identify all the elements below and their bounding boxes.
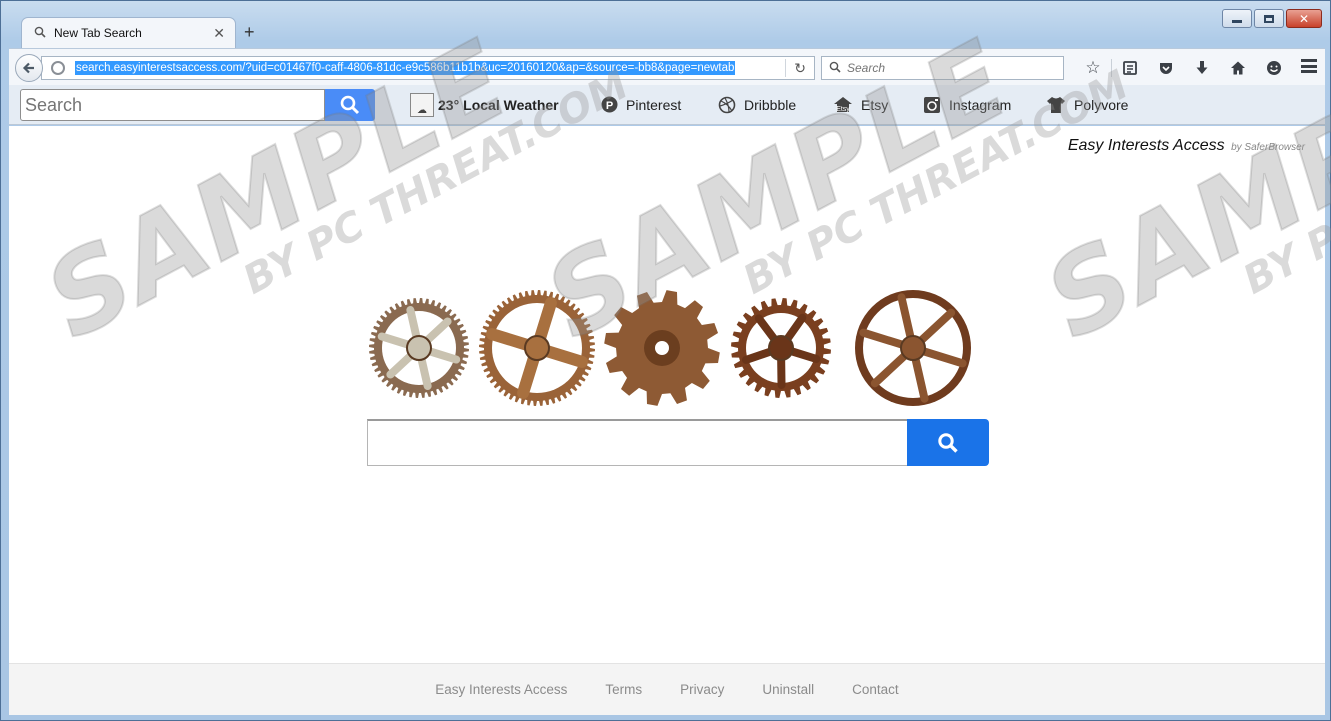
bookmark-instagram[interactable]: Instagram [923, 96, 1011, 114]
gear-icon [604, 290, 720, 406]
bookmark-star-icon[interactable]: ☆ [1075, 58, 1111, 78]
brand-by: by SaferBrowser [1231, 142, 1305, 153]
gears-illustration [369, 290, 971, 406]
polyvore-icon [1046, 96, 1066, 114]
maximize-icon [1264, 14, 1274, 23]
pocket-icon[interactable] [1148, 58, 1184, 78]
url-text[interactable]: search.easyinterestsaccess.com/?uid=c014… [75, 61, 736, 75]
gear-icon [479, 290, 595, 406]
footer-link-terms[interactable]: Terms [605, 682, 642, 697]
instagram-icon [923, 96, 941, 114]
bookmark-polyvore[interactable]: Polyvore [1046, 96, 1128, 114]
pinterest-icon: P [601, 96, 618, 113]
hello-smiley-icon[interactable] [1256, 58, 1292, 78]
weather-icon: ☁ [410, 93, 434, 117]
etsy-icon: Etsy [833, 96, 853, 114]
search-icon [34, 26, 46, 41]
minimize-icon [1232, 20, 1242, 23]
arrow-left-icon [22, 62, 34, 74]
bookmark-label: Polyvore [1074, 97, 1129, 113]
gear-icon [731, 298, 831, 398]
tab-close-icon[interactable]: ✕ [213, 25, 225, 42]
weather-label: Local Weather [463, 97, 559, 113]
navigation-bar: search.easyinterestsaccess.com/?uid=c014… [9, 48, 1325, 85]
extension-toolbar: ☁ 23° Local Weather P Pinterest Dribbble… [9, 85, 1325, 125]
svg-text:P: P [606, 100, 613, 112]
hamburger-menu-icon[interactable] [1301, 59, 1317, 73]
search-icon [829, 61, 841, 76]
toolbar-icons: ☆ [1075, 58, 1292, 78]
maximize-button[interactable] [1254, 9, 1284, 28]
url-bar[interactable]: search.easyinterestsaccess.com/?uid=c014… [41, 56, 815, 80]
back-button[interactable] [15, 54, 43, 82]
main-search-button[interactable] [907, 419, 989, 466]
dribbble-icon [718, 96, 736, 114]
search-icon [938, 432, 958, 453]
close-window-button[interactable]: ✕ [1286, 9, 1322, 28]
minimize-button[interactable] [1222, 9, 1252, 28]
main-search-input[interactable] [368, 421, 907, 465]
footer-link-contact[interactable]: Contact [852, 682, 899, 697]
bookmark-label: Pinterest [626, 96, 682, 113]
page-footer: Easy Interests Access Terms Privacy Unin… [9, 663, 1325, 715]
bookmark-etsy[interactable]: Etsy Etsy [833, 96, 888, 114]
footer-link-privacy[interactable]: Privacy [680, 682, 724, 697]
brand-logo: Easy Interests Access by SaferBrowser [1068, 137, 1305, 155]
reload-separator [785, 59, 786, 77]
gear-icon [855, 290, 971, 406]
weather-temp: 23° [438, 97, 460, 113]
weather-widget[interactable]: ☁ 23° Local Weather [410, 93, 559, 117]
bookmark-label: Etsy [861, 97, 889, 113]
footer-link-home[interactable]: Easy Interests Access [435, 682, 567, 697]
bookmark-label: Instagram [949, 97, 1012, 113]
download-icon[interactable] [1184, 58, 1220, 78]
toolbar-search-input[interactable] [25, 94, 315, 116]
bookmarks-list-icon[interactable] [1112, 58, 1148, 78]
bookmark-label: Dribbble [744, 97, 797, 113]
page-content: Easy Interests Access by SaferBrowser Ea… [9, 126, 1325, 715]
toolbar-search-field[interactable] [20, 89, 325, 121]
reload-icon[interactable]: ↻ [794, 60, 806, 77]
brand-name: Easy Interests Access [1067, 137, 1225, 154]
browser-window: ✕ New Tab Search ✕ + search.easyinterest… [0, 0, 1331, 721]
search-icon [340, 95, 360, 115]
toolbar-search [20, 89, 375, 121]
bookmark-pinterest[interactable]: P Pinterest [601, 96, 681, 113]
browser-search-input[interactable] [847, 61, 1047, 75]
main-search [367, 419, 989, 466]
footer-link-uninstall[interactable]: Uninstall [762, 682, 814, 697]
bookmark-dribbble[interactable]: Dribbble [718, 96, 796, 114]
browser-search-box[interactable] [821, 56, 1064, 80]
new-tab-button[interactable]: + [244, 22, 255, 43]
home-icon[interactable] [1220, 58, 1256, 78]
gear-icon [369, 298, 469, 398]
tab-title: New Tab Search [54, 26, 142, 40]
close-icon: ✕ [1298, 11, 1310, 26]
main-search-field[interactable] [367, 419, 907, 466]
toolbar-search-button[interactable] [325, 89, 375, 121]
tab-new-tab-search[interactable]: New Tab Search ✕ [21, 17, 236, 48]
globe-icon [51, 61, 65, 75]
window-controls: ✕ [1222, 9, 1322, 28]
svg-text:Etsy: Etsy [836, 106, 850, 113]
